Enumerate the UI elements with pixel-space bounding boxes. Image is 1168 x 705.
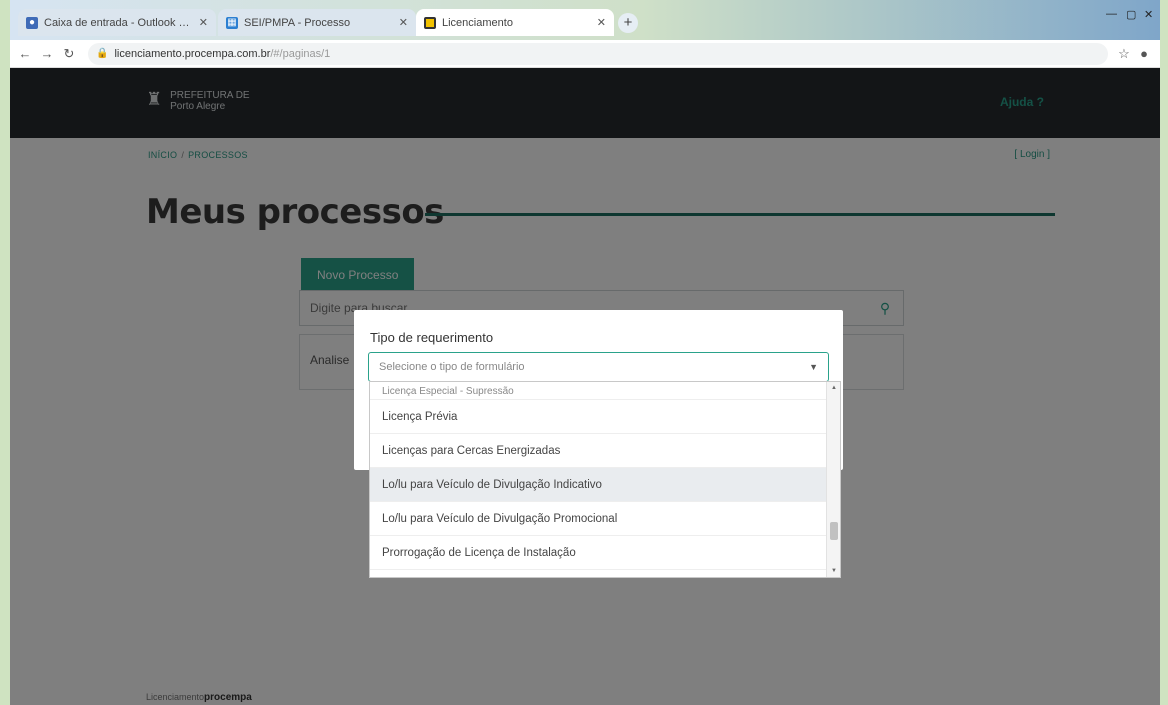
dropdown-option[interactable]: Prorrogação de Licença de Instalação [370,536,828,570]
browser-window: ● Caixa de entrada - Outlook Pro ✕ ▦ SEI… [10,0,1160,705]
forward-arrow-icon[interactable]: → [38,46,56,61]
url-host: licenciamento.procempa.com.br [114,47,271,60]
dropdown-option[interactable]: Lo/lu para Veículo de Divulgação Promoci… [370,502,828,536]
window-close-icon[interactable]: ✕ [1144,8,1153,21]
dropdown-options: Licença Especial - Supressão Licença Pré… [370,382,828,570]
close-icon[interactable]: ✕ [199,16,208,29]
browser-tab-licenciamento[interactable]: Licenciamento ✕ [416,9,614,36]
reload-icon[interactable]: ↻ [60,46,78,62]
browser-tab-outlook[interactable]: ● Caixa de entrada - Outlook Pro ✕ [18,9,216,36]
dropdown-option[interactable]: Licenças para Cercas Energizadas [370,434,828,468]
select-placeholder: Selecione o tipo de formulário [379,361,525,373]
requirement-type-select[interactable]: Selecione o tipo de formulário ▼ [368,352,829,382]
dropdown-option[interactable]: Licença Especial - Supressão [370,382,828,400]
scrollbar-thumb[interactable] [830,522,838,540]
minimize-icon[interactable]: — [1106,8,1117,20]
requirement-type-dropdown: Licença Especial - Supressão Licença Pré… [369,381,841,578]
browser-toolbar: ← → ↻ 🔒 licenciamento.procempa.com.br /#… [10,40,1160,68]
dropdown-option-highlighted[interactable]: Lo/lu para Veículo de Divulgação Indicat… [370,468,828,502]
lock-icon: 🔒 [96,48,109,59]
star-icon[interactable]: ☆ [1114,46,1134,62]
profile-icon[interactable]: ● [1134,46,1154,61]
tab-title: Caixa de entrada - Outlook Pro [44,16,193,29]
tab-title: SEI/PMPA - Processo [244,16,351,29]
licenciamento-icon [424,16,436,29]
url-path: /#/paginas/1 [270,47,331,60]
back-arrow-icon[interactable]: ← [16,46,34,61]
maximize-icon[interactable]: ▢ [1126,8,1136,21]
chevron-down-icon: ▼ [809,362,818,372]
new-tab-button[interactable]: + [618,13,638,33]
tab-strip: ● Caixa de entrada - Outlook Pro ✕ ▦ SEI… [10,0,1160,40]
sei-icon: ▦ [226,16,238,29]
browser-tab-sei[interactable]: ▦ SEI/PMPA - Processo ✕ [218,9,416,36]
address-bar[interactable]: 🔒 licenciamento.procempa.com.br /#/pagin… [88,42,1108,65]
dropdown-scrollbar[interactable]: ▲ ▼ [826,382,840,577]
close-icon[interactable]: ✕ [597,16,606,29]
scroll-down-icon[interactable]: ▼ [827,568,840,574]
close-icon[interactable]: ✕ [399,16,408,29]
dropdown-option[interactable]: Licença Prévia [370,400,828,434]
requirement-type-label: Tipo de requerimento [370,330,494,345]
scroll-up-icon[interactable]: ▲ [827,385,840,391]
tab-title: Licenciamento [442,16,513,29]
outlook-icon: ● [26,16,38,29]
